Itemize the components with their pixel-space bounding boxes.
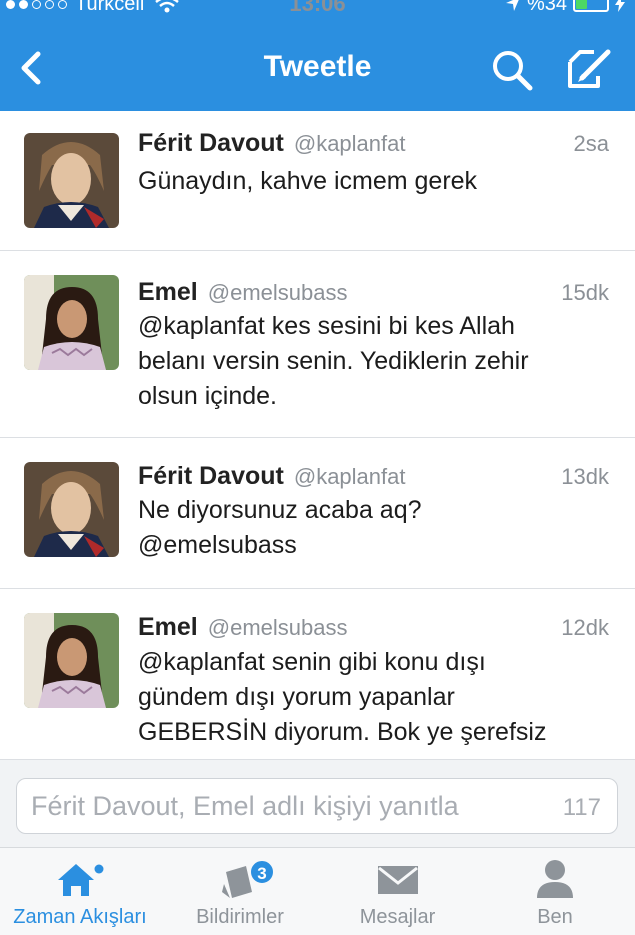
- tweet-text-line: @kaplanfat kes sesini bi kes Allah: [138, 312, 515, 340]
- tweet-text-line: gündem dışı yorum yapanlar: [138, 683, 455, 711]
- tweet-item[interactable]: Férit Davout @kaplanfat 2sa Günaydın, ka…: [0, 111, 635, 251]
- status-bar: Turkcell 13:06 %34: [0, 0, 635, 22]
- home-icon: [52, 860, 108, 905]
- avatar[interactable]: [24, 462, 119, 557]
- compose-button[interactable]: [564, 46, 614, 92]
- tweet-header: Férit Davout @kaplanfat 2sa: [138, 129, 609, 158]
- tab-label: Zaman Akışları: [13, 906, 147, 928]
- tweet-timeline[interactable]: Férit Davout @kaplanfat 2sa Günaydın, ka…: [0, 111, 635, 759]
- tab-label: Ben: [537, 906, 573, 928]
- tweet-text: @kaplanfat kes sesini bi kes Allah belan…: [138, 309, 615, 414]
- battery-percentage: %34: [526, 0, 567, 15]
- avatar[interactable]: [24, 275, 119, 370]
- screen: Turkcell 13:06 %34 Tweetle Férit Davout …: [0, 0, 635, 935]
- reply-placeholder: Férit Davout, Emel adlı kişiyi yanıtla: [31, 791, 459, 821]
- compose-icon: [568, 49, 611, 88]
- tweet-text-line: Ne diyorsunuz acaba aq?: [138, 496, 422, 524]
- reply-bar: Férit Davout, Emel adlı kişiyi yanıtla 1…: [0, 759, 635, 847]
- tweet-text-line: @emelsubass: [138, 531, 297, 559]
- notification-badge: 3: [249, 859, 275, 885]
- avatar[interactable]: [24, 133, 119, 228]
- tweet-item[interactable]: Emel @emelsubass 12dk @kaplanfat senin g…: [0, 589, 635, 759]
- author-handle[interactable]: @kaplanfat: [294, 464, 406, 490]
- tweet-header: Emel @emelsubass 12dk: [138, 613, 609, 642]
- tweet-item[interactable]: Emel @emelsubass 15dk @kaplanfat kes ses…: [0, 251, 635, 438]
- battery-icon: [573, 0, 609, 12]
- author-handle[interactable]: @emelsubass: [208, 615, 348, 641]
- tweet-text: Ne diyorsunuz acaba aq? @emelsubass: [138, 493, 615, 563]
- top-bar: Turkcell 13:06 %34 Tweetle: [0, 0, 635, 111]
- search-button[interactable]: [490, 48, 534, 92]
- tweet-text-line: @kaplanfat senin gibi konu dışı: [138, 648, 486, 676]
- tweet-time: 2sa: [573, 131, 609, 156]
- author-name[interactable]: Emel: [138, 613, 198, 642]
- page-title: Tweetle: [263, 50, 372, 83]
- tweet-time: 13dk: [561, 464, 609, 489]
- tweet-text-line: GEBERSİN diyorum. Bok ye şerefsiz: [138, 718, 547, 746]
- avatar[interactable]: [24, 613, 119, 708]
- status-right: %34: [505, 0, 625, 14]
- person-icon: [533, 858, 577, 905]
- tweet-text-line: Günaydın, kahve icmem gerek: [138, 167, 478, 195]
- tweet-item[interactable]: Férit Davout @kaplanfat 13dk Ne diyorsun…: [0, 438, 635, 589]
- author-name[interactable]: Férit Davout: [138, 129, 284, 158]
- nav-bar: Tweetle: [0, 38, 635, 98]
- tab-label: Mesajlar: [359, 906, 436, 928]
- reply-input[interactable]: Férit Davout, Emel adlı kişiyi yanıtla 1…: [16, 778, 618, 834]
- tweet-header: Emel @emelsubass 15dk: [138, 278, 609, 307]
- tweet-header: Férit Davout @kaplanfat 13dk: [138, 462, 609, 491]
- author-handle[interactable]: @emelsubass: [208, 280, 348, 306]
- tweet-text-line: olsun içinde.: [138, 382, 277, 410]
- author-name[interactable]: Emel: [138, 278, 198, 307]
- tweet-time: 12dk: [561, 615, 609, 640]
- location-arrow-icon: [505, 0, 519, 11]
- charging-bolt-icon: [615, 0, 625, 12]
- envelope-icon: [376, 864, 420, 901]
- tab-bar: Zaman Akışları Bildirimler Mesajlar Ben …: [0, 847, 635, 935]
- tab-zaman-akislari[interactable]: Zaman Akışları: [0, 848, 160, 935]
- char-counter: 117: [562, 794, 601, 821]
- author-handle[interactable]: @kaplanfat: [294, 131, 406, 157]
- tab-bildirimler[interactable]: Bildirimler: [160, 848, 320, 935]
- tweet-text-line: belanı versin senin. Yediklerin zehir: [138, 347, 529, 375]
- tweet-text: Günaydın, kahve icmem gerek: [138, 164, 615, 199]
- search-icon: [493, 51, 533, 91]
- tab-mesajlar[interactable]: Mesajlar: [320, 848, 475, 935]
- author-name[interactable]: Férit Davout: [138, 462, 284, 491]
- tweet-time: 15dk: [561, 280, 609, 305]
- tweet-text: @kaplanfat senin gibi konu dışı gündem d…: [138, 645, 615, 750]
- tab-ben[interactable]: Ben: [475, 848, 635, 935]
- tab-label: Bildirimler: [196, 906, 284, 928]
